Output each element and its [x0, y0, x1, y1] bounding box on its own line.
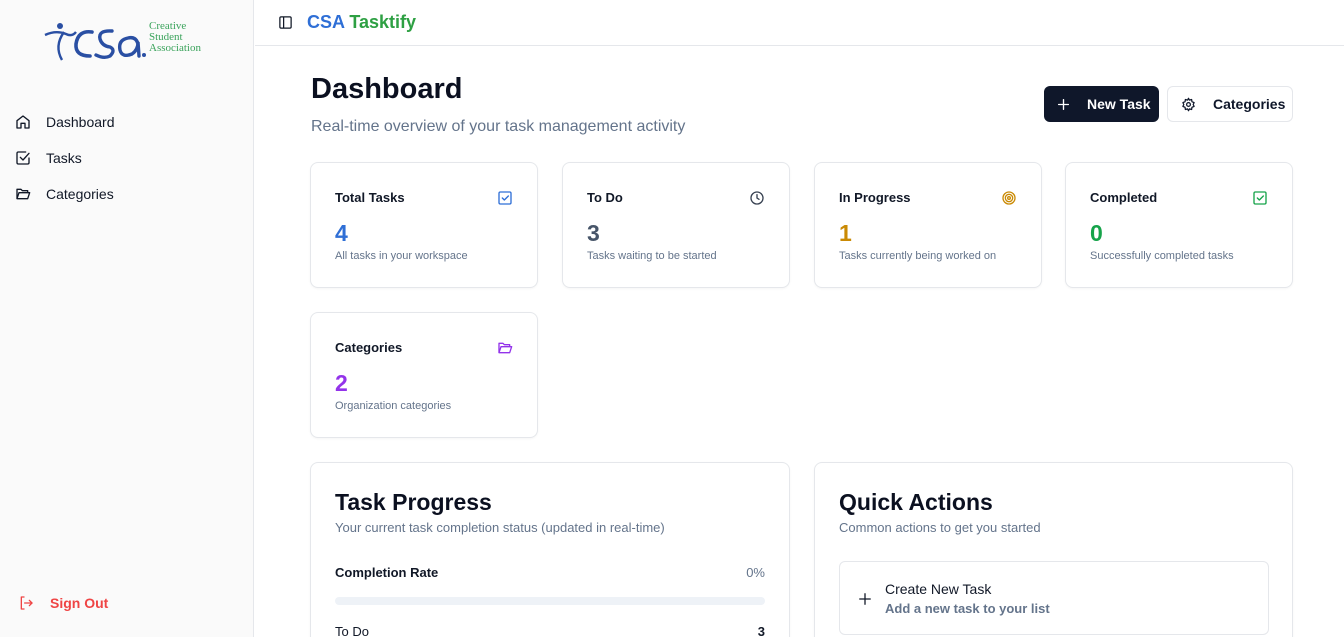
stat-description: Successfully completed tasks [1090, 250, 1234, 262]
stat-label: In Progress [839, 190, 911, 205]
sidebar-item-label: Categories [46, 186, 114, 202]
clock-icon [750, 191, 764, 205]
sidebar-item-tasks[interactable]: Tasks [0, 140, 254, 176]
completion-progress-bar [335, 597, 765, 605]
logo-text-line3: Association [149, 42, 201, 54]
top-bar: CSA Tasktify [255, 0, 1344, 46]
stat-value: 4 [335, 220, 348, 246]
logo-text: Creative Student Association [149, 21, 201, 54]
categories-button[interactable]: Categories [1167, 86, 1293, 122]
sidebar-item-dashboard[interactable]: Dashboard [0, 104, 254, 140]
stat-value: 3 [587, 220, 600, 246]
log-out-icon [18, 594, 36, 612]
sidebar-item-label: Tasks [46, 150, 82, 166]
sidebar: Creative Student Association Dashboard T… [0, 0, 254, 637]
brand-tasktify: Tasktify [349, 12, 417, 32]
logo[interactable]: Creative Student Association [42, 18, 222, 66]
completion-rate-label: Completion Rate [335, 565, 439, 580]
check-square-icon [498, 191, 512, 205]
new-task-label: New Task [1087, 96, 1151, 112]
sidebar-toggle-icon[interactable] [276, 14, 294, 32]
stat-card-completed: Completed 0 Successfully completed tasks [1065, 162, 1293, 288]
logo-mark-icon [44, 23, 146, 61]
stat-value: 0 [1090, 220, 1103, 246]
create-new-task-description: Add a new task to your list [885, 601, 1050, 616]
quick-actions-subtitle: Common actions to get you started [839, 520, 1041, 535]
target-icon [1002, 191, 1016, 205]
quick-actions-title: Quick Actions [839, 489, 993, 515]
sidebar-item-label: Dashboard [46, 114, 115, 130]
stat-description: Tasks waiting to be started [587, 250, 717, 262]
main-content: Dashboard Real-time overview of your tas… [255, 46, 1344, 637]
folder-open-icon [14, 185, 32, 203]
home-icon [14, 113, 32, 131]
brand-csa: CSA [307, 12, 345, 32]
stat-card-to-do: To Do 3 Tasks waiting to be started [562, 162, 790, 288]
stat-value: 1 [839, 220, 852, 246]
stat-description: Organization categories [335, 400, 452, 412]
stat-description: All tasks in your workspace [335, 250, 468, 262]
plus-icon [859, 593, 871, 605]
gear-icon [1181, 96, 1197, 112]
create-new-task-title: Create New Task [885, 581, 992, 597]
stat-label: To Do [587, 190, 623, 205]
sidebar-item-categories[interactable]: Categories [0, 176, 254, 212]
plus-icon [1057, 97, 1071, 111]
app-brand[interactable]: CSA Tasktify [307, 12, 416, 33]
sign-out-button[interactable]: Sign Out [18, 594, 108, 612]
task-progress-panel: Task Progress Your current task completi… [310, 462, 790, 637]
categories-button-label: Categories [1213, 96, 1286, 112]
check-square-icon [14, 149, 32, 167]
stat-label: Total Tasks [335, 190, 405, 205]
sidebar-nav: Dashboard Tasks Categories [0, 104, 254, 212]
task-progress-subtitle: Your current task completion status (upd… [335, 520, 665, 535]
stat-card-categories: Categories 2 Organization categories [310, 312, 538, 438]
page-title: Dashboard [311, 73, 463, 105]
stat-description: Tasks currently being worked on [839, 250, 997, 262]
check-square-icon [1253, 191, 1267, 205]
new-task-button[interactable]: New Task [1044, 86, 1159, 122]
folder-open-icon [498, 342, 513, 354]
stat-label: Categories [335, 340, 403, 355]
quick-actions-panel: Quick Actions Common actions to get you … [814, 462, 1293, 637]
todo-row-value: 3 [757, 624, 765, 637]
stat-card-in-progress: In Progress 1 Tasks currently being work… [814, 162, 1042, 288]
stat-label: Completed [1090, 190, 1158, 205]
sign-out-label: Sign Out [50, 595, 109, 611]
create-new-task-action[interactable]: Create New Task Add a new task to your l… [839, 561, 1269, 635]
stat-card-total-tasks: Total Tasks 4 All tasks in your workspac… [310, 162, 538, 288]
task-progress-title: Task Progress [335, 489, 492, 515]
todo-row-label: To Do [335, 624, 369, 637]
stat-value: 2 [335, 370, 348, 396]
completion-rate-value: 0% [746, 565, 765, 580]
page-subtitle: Real-time overview of your task manageme… [311, 118, 686, 135]
